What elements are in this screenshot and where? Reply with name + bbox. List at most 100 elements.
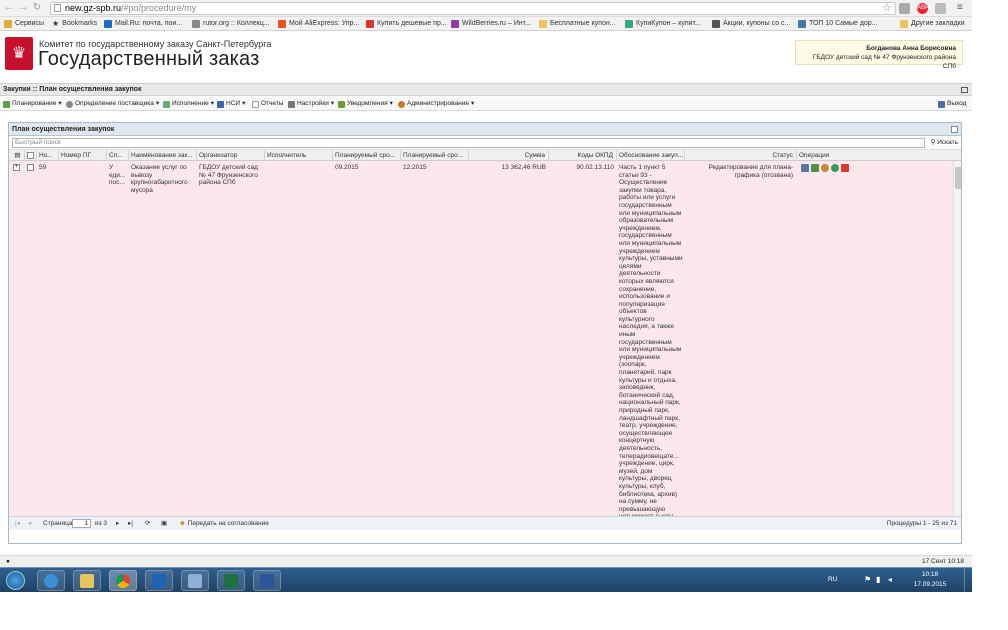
windows-taskbar: RU ⚑ ▮ ◂ 10:18 17.09.2015 bbox=[0, 567, 972, 592]
next-page-icon[interactable]: ▸ bbox=[116, 517, 119, 531]
column-header[interactable]: Исполнитель bbox=[265, 150, 333, 161]
page-label: Страница bbox=[43, 520, 73, 527]
cell-operations bbox=[801, 164, 871, 175]
folder-icon bbox=[539, 20, 547, 28]
maximize-icon[interactable] bbox=[961, 87, 968, 93]
url-path: /#po/procedure/my bbox=[121, 3, 197, 13]
bookmark-item[interactable]: Другие закладки bbox=[900, 18, 965, 30]
panel-title: План осуществления закупок bbox=[12, 126, 115, 133]
delete-icon[interactable] bbox=[841, 164, 849, 172]
forward-icon[interactable]: → bbox=[17, 1, 29, 15]
first-page-icon[interactable]: |◂ bbox=[15, 517, 20, 531]
bookmark-item[interactable]: Сервисы bbox=[4, 18, 44, 30]
bookmark-item[interactable]: Акции, купоны со с... bbox=[712, 18, 790, 30]
column-header[interactable]: Номер ПГ bbox=[59, 150, 107, 161]
folder-icon bbox=[80, 573, 94, 588]
taskbar-ie[interactable] bbox=[37, 570, 65, 591]
page-number-input[interactable]: 1 bbox=[72, 519, 91, 528]
bookmark-item[interactable]: rutor.org :: Коллекц... bbox=[192, 18, 270, 30]
language-indicator[interactable]: RU bbox=[828, 576, 842, 583]
start-button[interactable] bbox=[6, 571, 25, 590]
refresh-icon[interactable]: ⟳ bbox=[145, 517, 150, 531]
row-checkbox[interactable] bbox=[27, 164, 34, 171]
column-header[interactable]: Планируемый сро... bbox=[333, 150, 401, 161]
column-filter-icon[interactable]: ▤ bbox=[9, 150, 25, 161]
cell-organizer: ГБДОУ детский сад № 47 Фрунзенского райо… bbox=[199, 164, 258, 187]
pagination-bar: |◂ ◂ Страница 1 из 3 ▸ ▸| ⟳ ▣ ☻ Передать… bbox=[9, 516, 961, 530]
taskbar-word[interactable] bbox=[253, 570, 281, 591]
prev-page-icon[interactable]: ◂ bbox=[28, 517, 31, 531]
vk-icon bbox=[798, 20, 806, 28]
tray-network-icon[interactable]: ▮ bbox=[876, 575, 888, 584]
clock-date[interactable]: 17.09.2015 bbox=[910, 581, 950, 588]
save-icon[interactable]: ▣ bbox=[161, 517, 167, 531]
back-icon[interactable]: ← bbox=[3, 1, 15, 15]
taskbar-app[interactable] bbox=[181, 570, 209, 591]
refresh-icon[interactable] bbox=[831, 164, 839, 172]
vertical-scrollbar[interactable] bbox=[953, 161, 961, 516]
menu-nsi[interactable]: НСИ ▾ bbox=[217, 99, 245, 109]
quick-search-input[interactable]: Быстрый поиск bbox=[12, 138, 925, 148]
column-header[interactable]: Сумма bbox=[469, 150, 549, 161]
status-bar: ● 17 Сент 10:18 bbox=[0, 555, 972, 567]
menu-icon[interactable]: ≡ bbox=[957, 2, 963, 13]
menu-execution[interactable]: Исполнение ▾ bbox=[163, 99, 214, 109]
menu-planning[interactable]: Планирование ▾ bbox=[3, 99, 62, 109]
menu-settings[interactable]: Настройки ▾ bbox=[288, 99, 334, 109]
last-page-icon[interactable]: ▸| bbox=[128, 517, 133, 531]
extension-icon[interactable] bbox=[935, 3, 946, 14]
bookmark-item[interactable]: WildBerries.ru – Инт... bbox=[451, 18, 531, 30]
send-for-approval-button[interactable]: ☻ Передать на согласование bbox=[179, 517, 269, 531]
show-desktop-button[interactable] bbox=[964, 568, 972, 592]
search-button[interactable]: ⚲ Искать bbox=[931, 138, 958, 148]
documents-icon[interactable] bbox=[811, 164, 819, 172]
user-icon[interactable] bbox=[821, 164, 829, 172]
taskbar-outlook[interactable] bbox=[145, 570, 173, 591]
adblock-icon[interactable]: ABP bbox=[917, 3, 929, 14]
planning-icon bbox=[3, 100, 10, 108]
edit-icon[interactable] bbox=[801, 164, 809, 172]
tray-volume-icon[interactable]: ◂ bbox=[888, 575, 900, 584]
panel-refresh-icon[interactable] bbox=[951, 126, 958, 133]
column-header[interactable]: Обоснование закуп... bbox=[617, 150, 685, 161]
taskbar-excel[interactable] bbox=[217, 570, 245, 591]
column-header[interactable]: Планируемый сро... bbox=[401, 150, 469, 161]
table-row[interactable]: + 59 У еди... пос... Оказание услуг по в… bbox=[9, 161, 955, 516]
reload-icon[interactable]: ↻ bbox=[31, 1, 43, 15]
bookmark-item[interactable]: Бесплатные купон... bbox=[539, 18, 616, 30]
bookmark-item[interactable]: ТОП 10 Самые дор... bbox=[798, 18, 878, 30]
menu-notifications[interactable]: Уведомления ▾ bbox=[338, 99, 393, 109]
column-header[interactable]: Коды ОКПД bbox=[549, 150, 617, 161]
scrollbar-thumb[interactable] bbox=[955, 167, 961, 189]
chrome-icon bbox=[116, 573, 130, 588]
taskbar-chrome[interactable] bbox=[109, 570, 137, 591]
expand-row-icon[interactable]: + bbox=[13, 164, 20, 171]
bookmark-item[interactable]: Мой AliExpress: Упр... bbox=[278, 18, 359, 30]
bookmark-item[interactable]: КупиКупон – купит... bbox=[625, 18, 701, 30]
breadcrumb-text: Закупки :: План осуществления закупок bbox=[3, 86, 142, 93]
exit-button[interactable]: Выход bbox=[938, 99, 966, 109]
column-header[interactable]: Но... bbox=[37, 150, 59, 161]
column-header[interactable]: Наименование зак... bbox=[129, 150, 197, 161]
bookmark-item[interactable]: ★ Bookmarks bbox=[52, 18, 97, 30]
menu-reports[interactable]: Отчеты bbox=[252, 99, 283, 109]
excel-icon bbox=[224, 573, 238, 588]
app-icon bbox=[188, 573, 202, 588]
address-bar[interactable]: new.gz-spb.ru/#po/procedure/my bbox=[50, 2, 896, 15]
column-header[interactable]: Сп... bbox=[107, 150, 129, 161]
column-header[interactable]: Операции bbox=[797, 150, 955, 161]
cell-basis: Часть 1 пункт 5 статьи 93 - Осуществлени… bbox=[619, 164, 683, 516]
taskbar-explorer[interactable] bbox=[73, 570, 101, 591]
select-all-checkbox[interactable] bbox=[27, 152, 34, 159]
column-header[interactable]: Организатор bbox=[197, 150, 265, 161]
menu-administration[interactable]: Администрирование ▾ bbox=[398, 99, 474, 109]
menu-supplier[interactable]: Определение поставщика ▾ bbox=[66, 99, 159, 109]
clock-time[interactable]: 10:18 bbox=[910, 571, 950, 578]
tray-flag-icon[interactable]: ⚑ bbox=[864, 575, 876, 584]
bookmark-item[interactable]: Купить дешевые пр... bbox=[366, 18, 447, 30]
extension-icon[interactable] bbox=[899, 3, 910, 14]
column-header[interactable]: Статус bbox=[685, 150, 797, 161]
bookmark-star-icon[interactable]: ☆ bbox=[882, 1, 892, 14]
url-domain: new.gz-spb.ru bbox=[65, 3, 122, 13]
bookmark-item[interactable]: Mail.Ru: почта, пои... bbox=[104, 18, 182, 30]
